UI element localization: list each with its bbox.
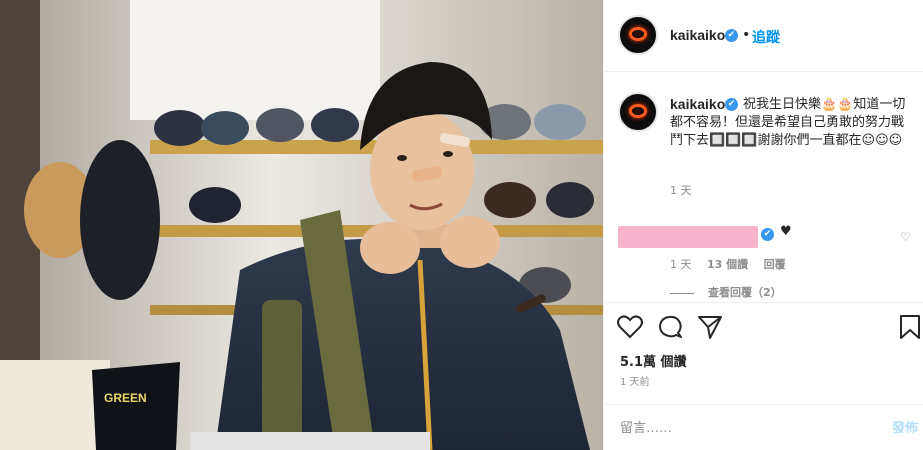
heart-icon[interactable] (616, 313, 644, 341)
comment-meta: 1 天 13 個讚 回覆 (670, 256, 798, 272)
reply-button[interactable]: 回覆 (764, 258, 786, 271)
caption-time[interactable]: 1 天 (670, 182, 692, 198)
avatar-core (634, 31, 642, 37)
photo-illustration: GREEN (0, 0, 603, 450)
comment-time[interactable]: 1 天 (670, 258, 692, 271)
likes-count[interactable]: 5.1萬 個讚 (620, 351, 687, 370)
separator-dot: • (742, 27, 751, 43)
comment-input[interactable] (620, 417, 860, 439)
share-icon[interactable] (696, 313, 724, 341)
view-replies-label[interactable]: 查看回覆（2） (708, 286, 782, 299)
verified-icon: ✔ (761, 228, 774, 241)
heart-emoji: ♥ (780, 224, 792, 239)
view-replies[interactable]: 查看回覆（2） (670, 284, 782, 300)
photo-sign-text: GREEN (104, 391, 147, 405)
post-detail-panel: kaikaiko ✔ • 追蹤 kaikaiko ✔ 祝我生日快樂🎂🎂知道一切都… (603, 0, 923, 450)
replies-divider (670, 292, 694, 294)
bookmark-icon[interactable] (896, 313, 923, 341)
post-header: kaikaiko ✔ • 追蹤 (604, 0, 923, 72)
action-bar: 5.1萬 個讚 1 天前 (604, 302, 923, 402)
avatar-core (634, 108, 642, 114)
comment-icon[interactable] (656, 313, 684, 341)
post-photo[interactable]: GREEN (0, 0, 603, 450)
comments-area: kaikaiko ✔ 祝我生日快樂🎂🎂知道一切都不容易！但還是希望自己勇敢的努力… (604, 72, 923, 302)
post-timestamp[interactable]: 1 天前 (620, 373, 650, 388)
header-username[interactable]: kaikaiko (670, 27, 725, 43)
comment-composer: 發佈 (604, 404, 923, 450)
follow-button[interactable]: 追蹤 (752, 27, 780, 47)
caption-avatar[interactable] (618, 92, 658, 132)
comment-likes[interactable]: 13 個讚 (707, 258, 748, 271)
avatar[interactable] (618, 15, 658, 55)
heart-outline-icon[interactable]: ♡ (900, 230, 911, 244)
post-comment-button[interactable]: 發佈 (892, 417, 918, 436)
verified-icon: ✔ (725, 29, 738, 42)
redacted-username (618, 226, 758, 248)
comment-item: ✔ ♥ ♡ 1 天 13 個讚 回覆 查看回覆（2） (618, 220, 918, 300)
caption-text: 祝我生日快樂🎂🎂知道一切都不容易！但還是希望自己勇敢的努力戰鬥下去🔲🔲🔲謝謝你們… (670, 97, 906, 148)
